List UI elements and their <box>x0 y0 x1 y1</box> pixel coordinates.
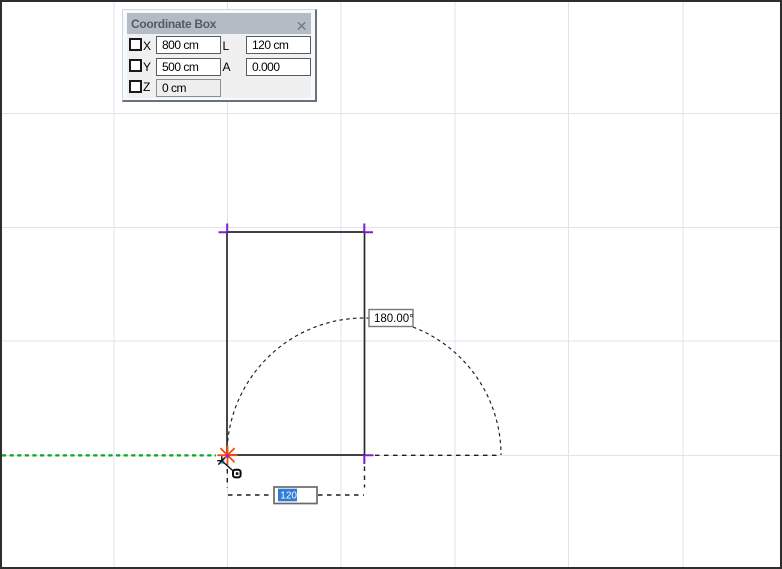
svg-text:120: 120 <box>280 491 297 502</box>
svg-text:180.00°: 180.00° <box>374 313 414 325</box>
